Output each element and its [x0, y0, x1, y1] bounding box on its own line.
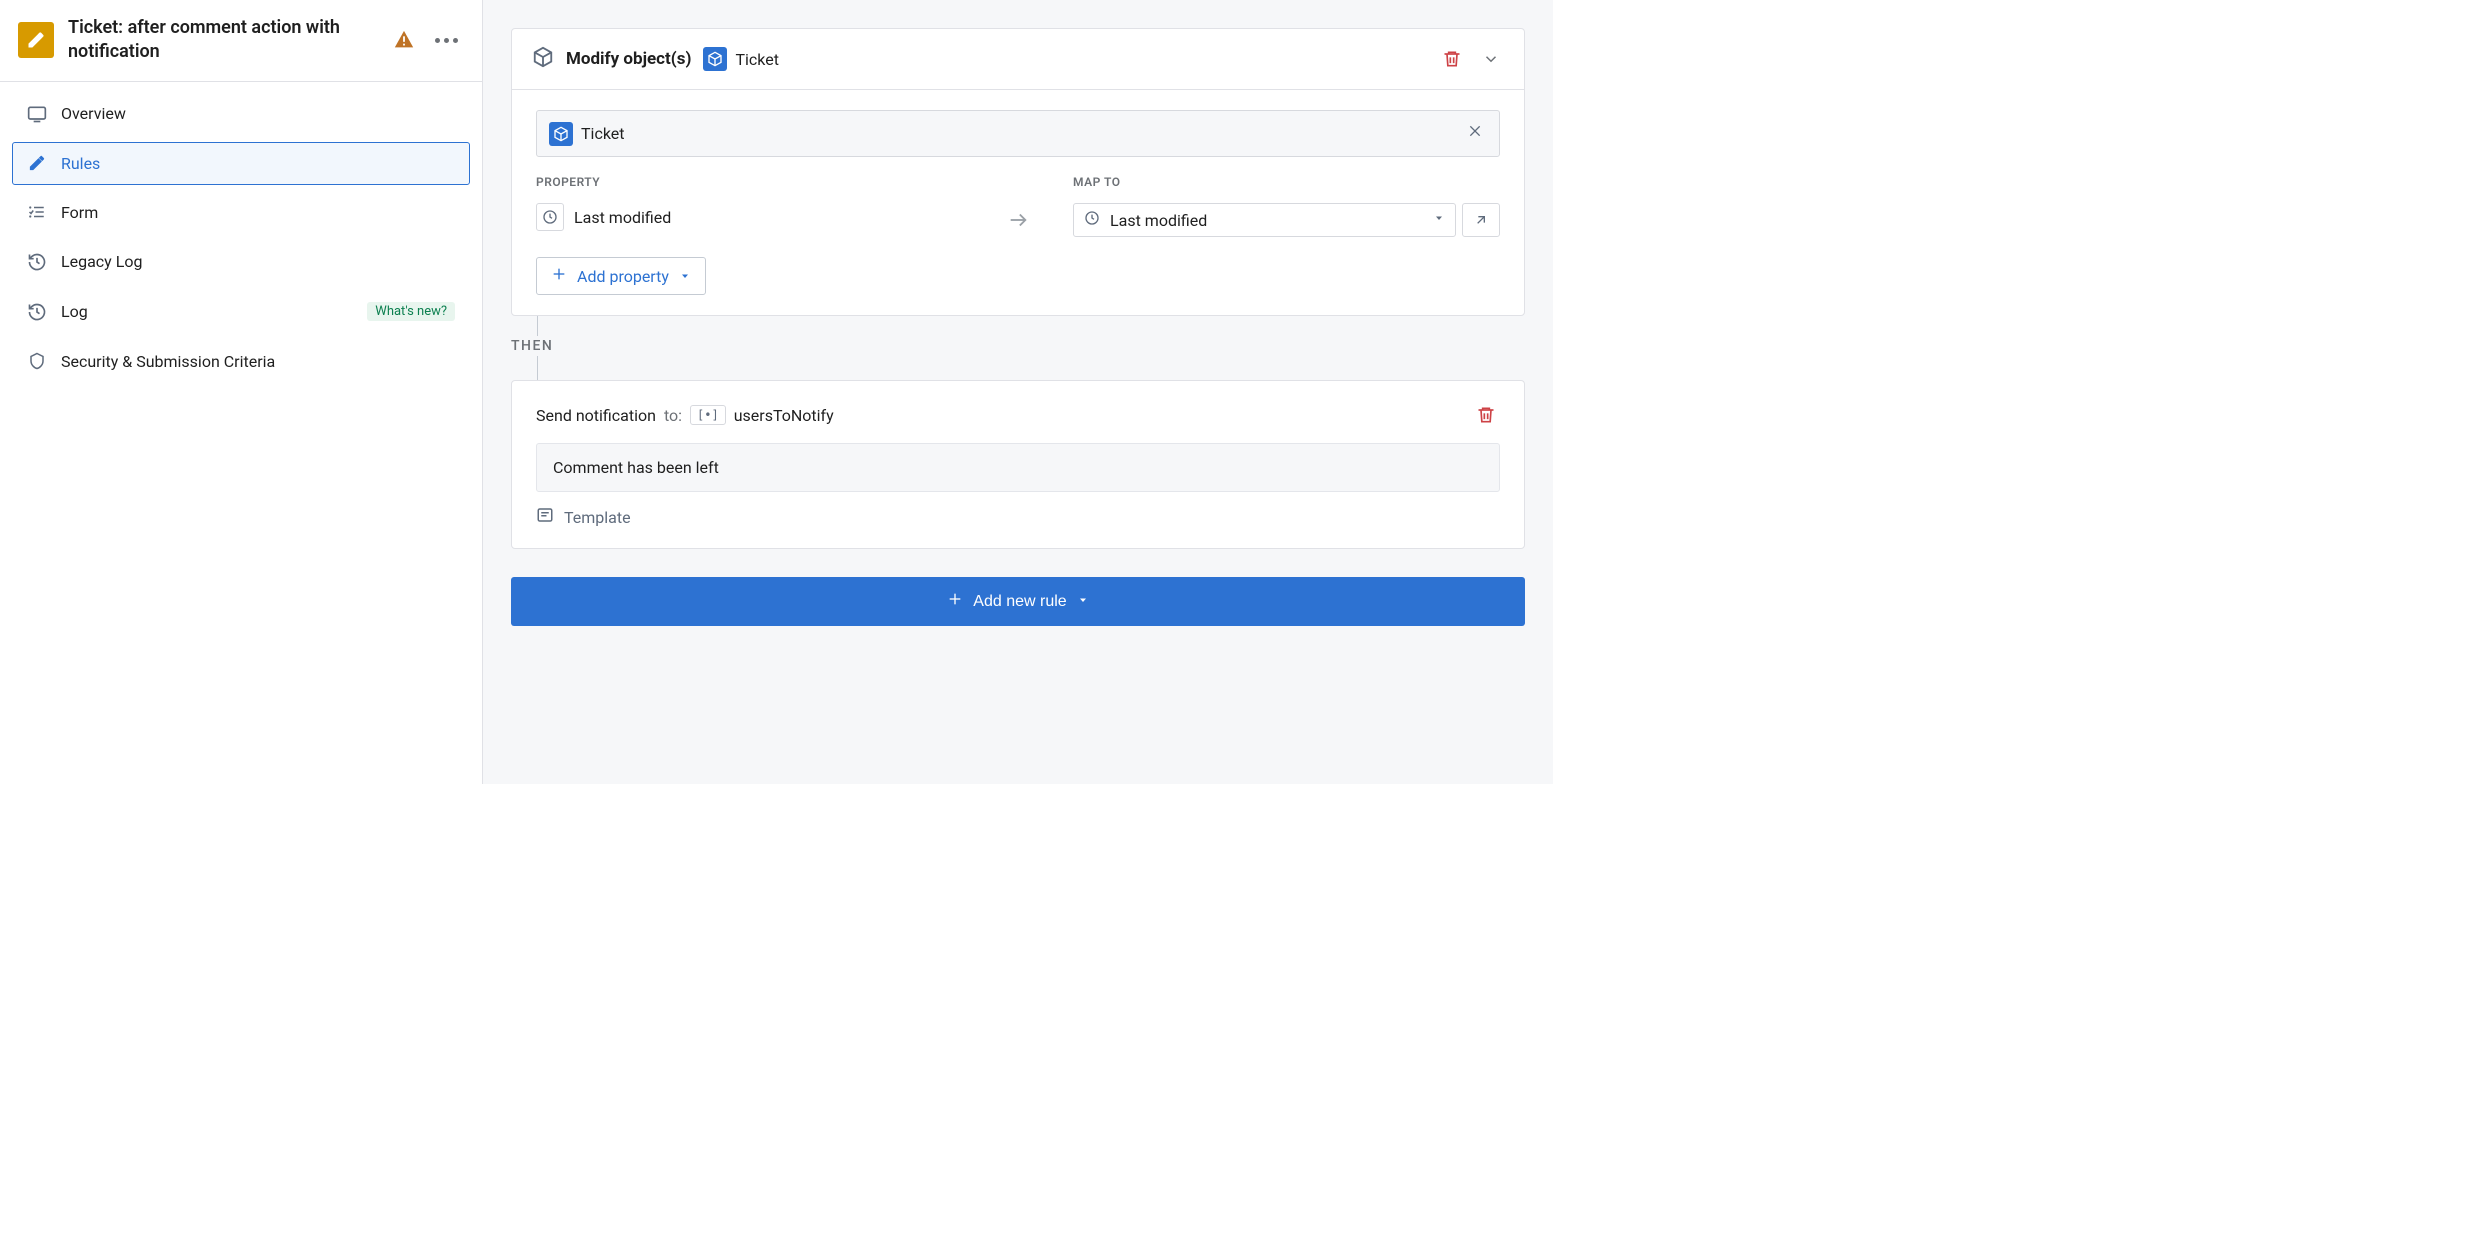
cube-icon [549, 122, 573, 146]
sidebar-item-label: Overview [61, 104, 455, 123]
plus-icon [551, 266, 567, 286]
then-label: THEN [511, 336, 553, 356]
object-row: Ticket [536, 110, 1500, 157]
add-property-button[interactable]: Add property [536, 257, 706, 295]
chevron-down-icon [1433, 212, 1445, 228]
sidebar-item-legacy-log[interactable]: Legacy Log [12, 240, 470, 284]
mapto-select[interactable]: Last modified [1073, 203, 1456, 237]
sidebar-nav: Overview Rules Form Legacy Log [0, 82, 482, 393]
sidebar-header: Ticket: after comment action with notifi… [0, 0, 482, 82]
sidebar-item-log[interactable]: Log What's new? [12, 290, 470, 334]
notification-card: Send notification to: [•] usersToNotify … [511, 380, 1525, 549]
delete-button[interactable] [1438, 45, 1466, 73]
then-connector: THEN [511, 316, 1525, 380]
template-label: Template [564, 508, 631, 527]
open-external-button[interactable] [1462, 203, 1500, 237]
action-icon [18, 22, 54, 58]
chevron-down-icon [1077, 593, 1089, 611]
page-title: Ticket: after comment action with notifi… [68, 16, 375, 65]
collapse-button[interactable] [1478, 46, 1504, 72]
mapto-value: Last modified [1110, 211, 1423, 230]
modify-objects-card: Modify object(s) Ticket [511, 28, 1525, 316]
sidebar: Ticket: after comment action with notifi… [0, 0, 483, 784]
object-chip[interactable]: Ticket [703, 47, 778, 71]
object-chip[interactable]: Ticket [549, 122, 1453, 146]
property-name: Last modified [574, 208, 671, 227]
notification-message[interactable]: Comment has been left [536, 443, 1500, 492]
sidebar-item-label: Legacy Log [61, 252, 455, 271]
main-content: Modify object(s) Ticket [483, 0, 1553, 784]
history-icon [27, 302, 47, 322]
sidebar-item-rules[interactable]: Rules [12, 142, 470, 185]
add-property-label: Add property [577, 267, 669, 286]
card-header: Modify object(s) Ticket [512, 29, 1524, 90]
recipient-chip[interactable]: [•] [690, 405, 726, 425]
to-label: to: [664, 406, 682, 425]
sidebar-item-form[interactable]: Form [12, 191, 470, 234]
sidebar-item-label: Rules [61, 154, 455, 173]
pencil-icon [27, 154, 47, 172]
add-rule-label: Add new rule [973, 593, 1066, 611]
cube-icon [532, 46, 554, 72]
chevron-down-icon [679, 267, 691, 286]
card-title: Modify object(s) [566, 49, 691, 69]
form-icon [27, 203, 47, 221]
shield-icon [27, 352, 47, 370]
recipient-value: usersToNotify [734, 406, 834, 425]
more-menu-button[interactable] [429, 32, 464, 49]
send-notification-label: Send notification [536, 406, 656, 425]
object-label: Ticket [735, 50, 778, 69]
history-icon [27, 252, 47, 272]
sidebar-item-label: Form [61, 203, 455, 222]
cube-icon [703, 47, 727, 71]
warning-icon[interactable] [389, 25, 419, 55]
sidebar-item-label: Log [61, 302, 353, 321]
clock-icon [1084, 210, 1100, 230]
template-icon [536, 506, 554, 528]
monitor-icon [27, 104, 47, 124]
object-label: Ticket [581, 124, 624, 143]
property-value-row: Last modified [536, 203, 963, 231]
add-new-rule-button[interactable]: Add new rule [511, 577, 1525, 626]
sidebar-item-security[interactable]: Security & Submission Criteria [12, 340, 470, 383]
property-header: PROPERTY [536, 175, 963, 189]
remove-object-button[interactable] [1463, 121, 1487, 146]
clock-icon [536, 203, 564, 231]
variable-icon: [•] [697, 408, 719, 422]
whats-new-badge[interactable]: What's new? [367, 302, 455, 321]
template-button[interactable]: Template [536, 506, 1500, 528]
arrow-right-icon [1007, 209, 1029, 235]
plus-icon [947, 591, 963, 612]
sidebar-item-overview[interactable]: Overview [12, 92, 470, 136]
delete-notification-button[interactable] [1472, 401, 1500, 429]
sidebar-item-label: Security & Submission Criteria [61, 352, 455, 371]
mapto-header: MAP TO [1073, 175, 1500, 189]
